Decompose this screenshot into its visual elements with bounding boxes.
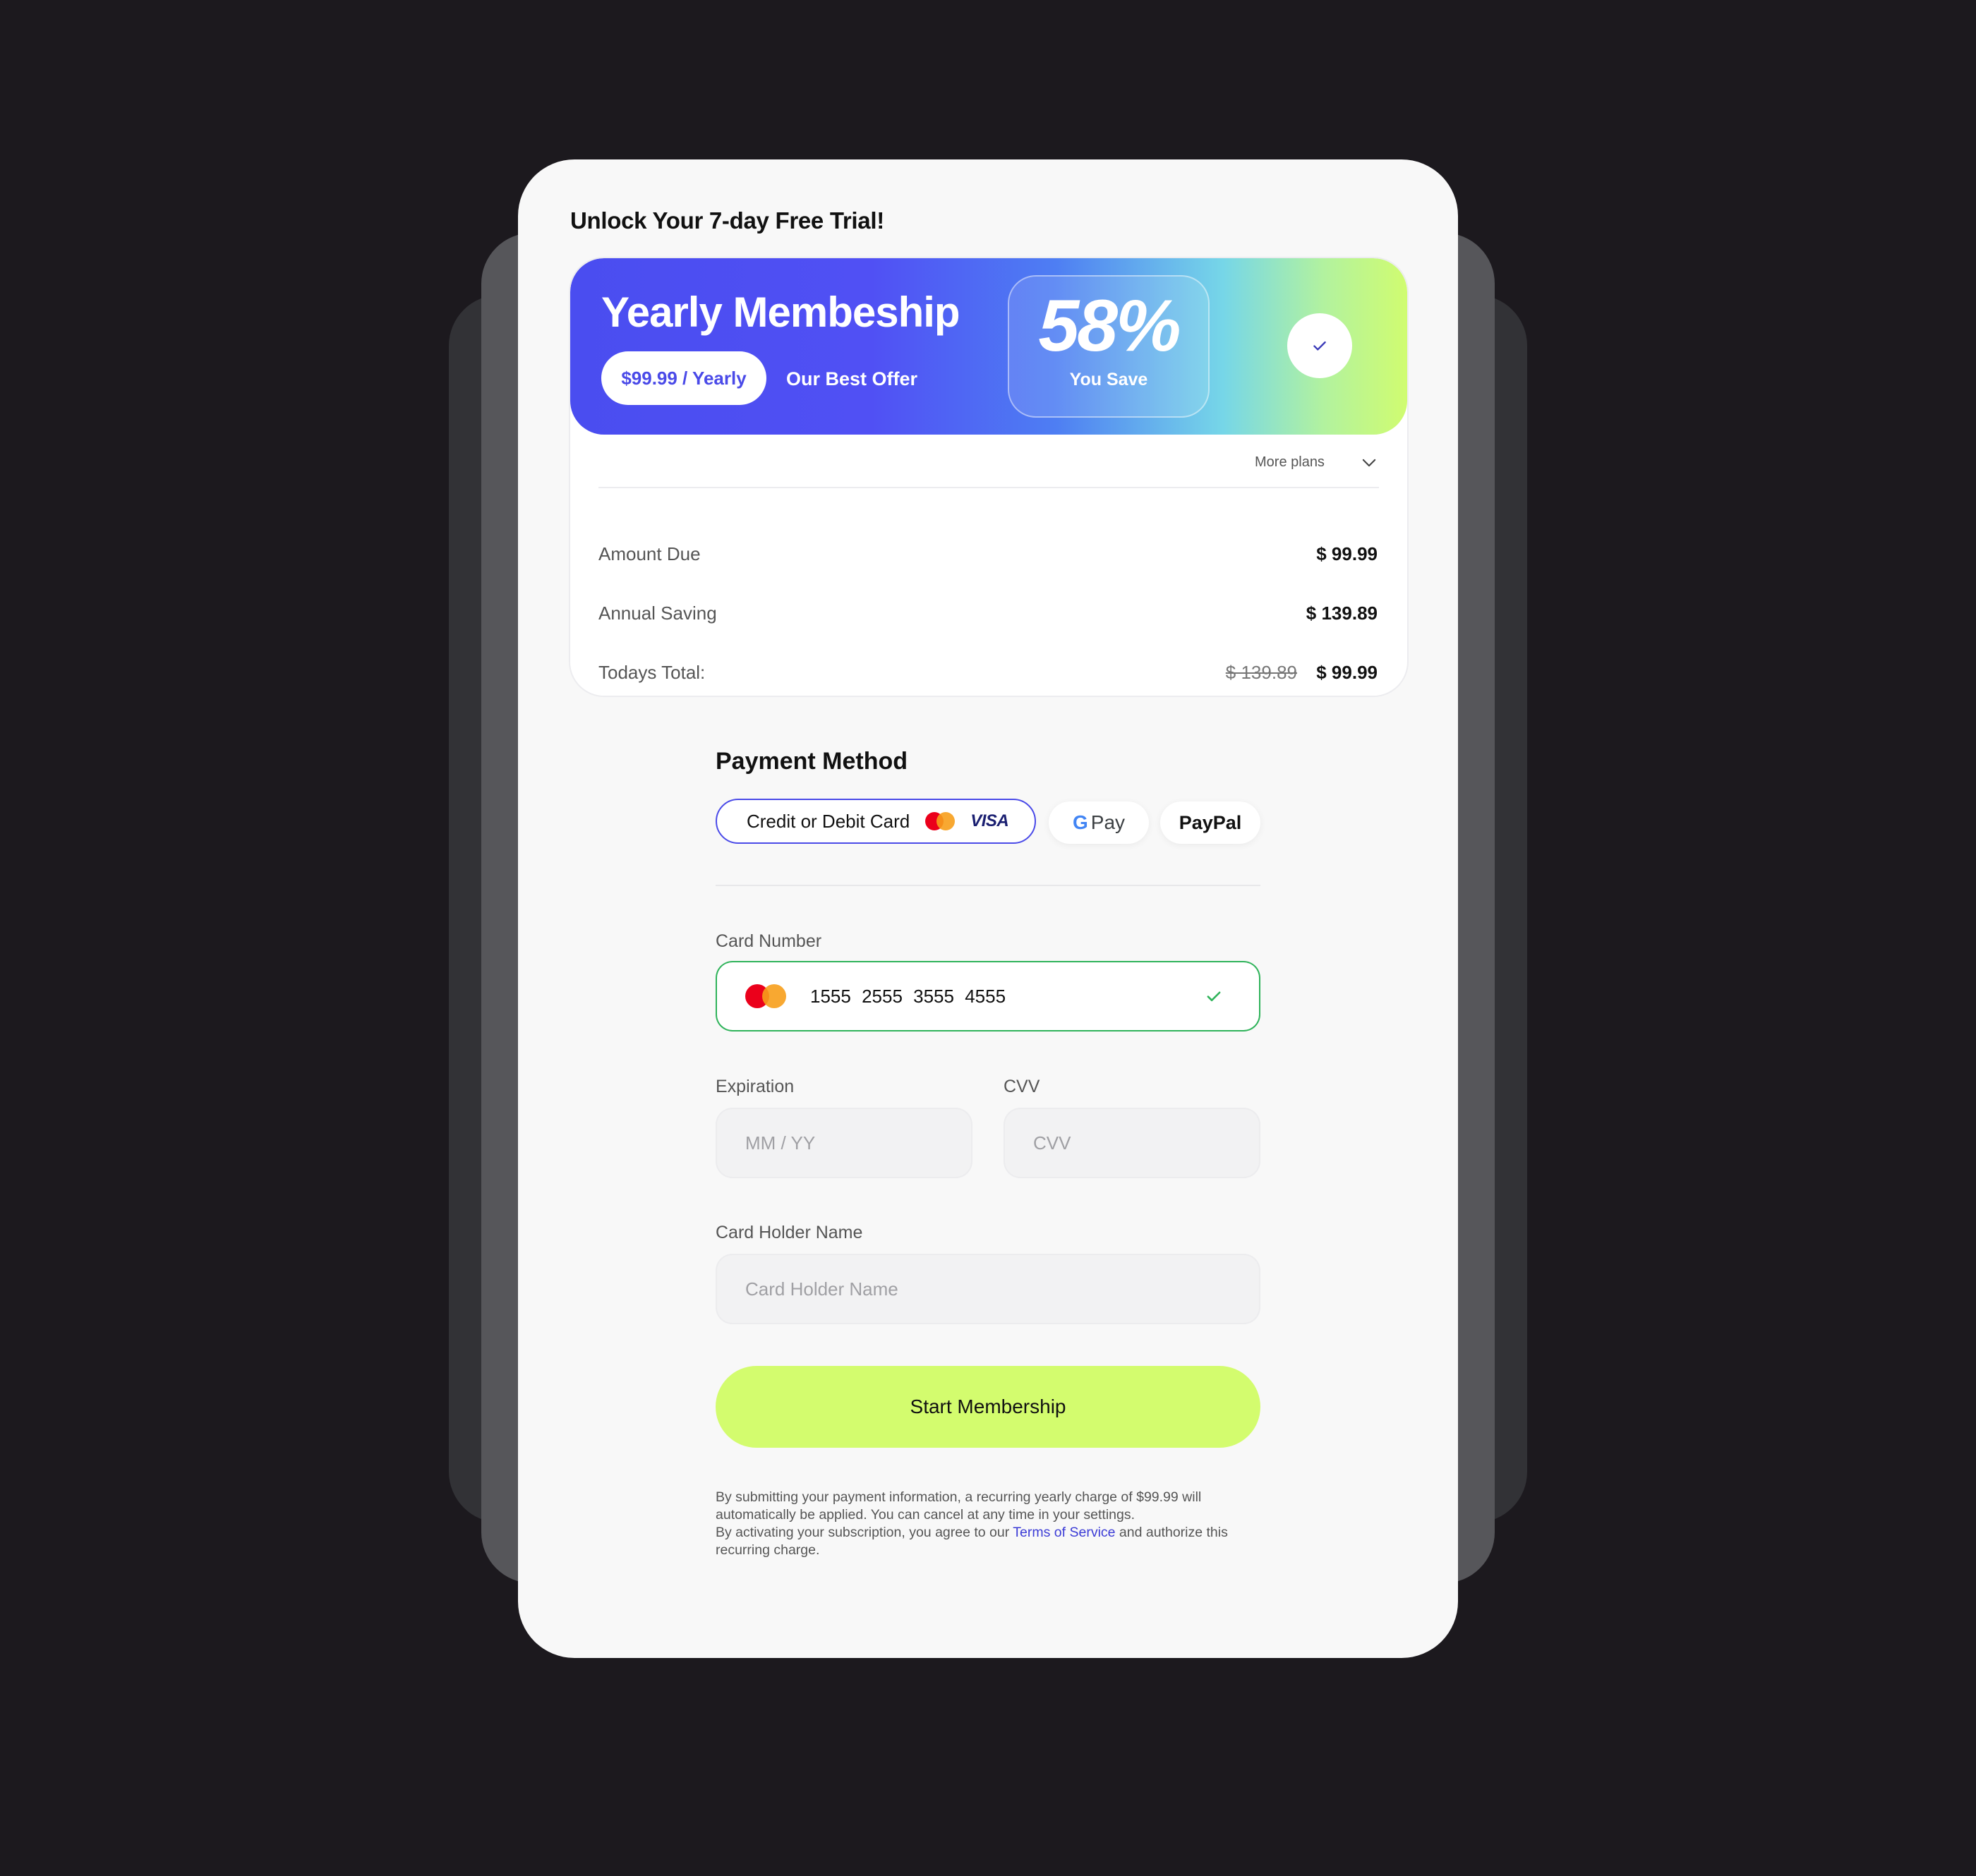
best-offer-label: Our Best Offer: [786, 368, 918, 389]
summary-divider: [598, 487, 1379, 488]
payment-option-card[interactable]: Credit or Debit Card VISA: [716, 799, 1036, 844]
card-number-label: Card Number: [716, 931, 822, 951]
check-icon: [1313, 341, 1326, 351]
save-label: You Save: [1069, 370, 1148, 389]
card-holder-label: Card Holder Name: [716, 1223, 863, 1242]
savings-box: 58% You Save: [1008, 275, 1210, 418]
cvv-label: CVV: [1004, 1077, 1040, 1096]
expiration-input[interactable]: MM / YY: [716, 1108, 972, 1178]
page-title: Unlock Your 7-day Free Trial!: [570, 207, 884, 234]
amount-due-value: $ 99.99: [1316, 543, 1378, 564]
more-plans-toggle[interactable]: More plans: [1255, 454, 1325, 471]
chevron-down-icon[interactable]: [1359, 453, 1379, 476]
legal-line-2-pre: By activating your subscription, you agr…: [716, 1525, 1013, 1540]
plan-name: Yearly Membeship: [601, 289, 960, 336]
google-icon: G: [1072, 811, 1088, 833]
valid-check-icon: [1207, 991, 1221, 1002]
plan-price-pill: $99.99 / Yearly: [601, 351, 766, 405]
paypal-logo: PayPal: [1179, 811, 1242, 833]
todays-total-label: Todays Total:: [598, 662, 706, 683]
annual-saving-value: $ 139.89: [1306, 603, 1378, 624]
start-membership-button[interactable]: Start Membership: [716, 1366, 1260, 1448]
card-holder-input[interactable]: Card Holder Name: [716, 1254, 1260, 1324]
cvv-input[interactable]: CVV: [1004, 1108, 1260, 1178]
payment-divider: [716, 885, 1260, 886]
todays-total-value: $ 99.99: [1316, 662, 1378, 683]
plan-card: Yearly Membeship $99.99 / Yearly Our Bes…: [570, 258, 1407, 696]
terms-of-service-link[interactable]: Terms of Service: [1013, 1525, 1115, 1540]
gpay-label: Pay: [1090, 811, 1126, 833]
card-option-label: Credit or Debit Card: [747, 810, 910, 832]
original-price: $ 139.89: [1225, 662, 1297, 683]
plan-banner[interactable]: Yearly Membeship $99.99 / Yearly Our Bes…: [570, 258, 1407, 435]
payment-option-paypal[interactable]: PayPal: [1160, 801, 1260, 844]
legal-text: By submitting your payment information, …: [716, 1489, 1273, 1559]
payment-method-title: Payment Method: [716, 748, 908, 775]
legal-line-1: By submitting your payment information, …: [716, 1489, 1202, 1523]
mastercard-icon: [745, 984, 786, 1008]
card-number-value: 1555 2555 3555 4555: [810, 985, 1006, 1007]
amount-due-label: Amount Due: [598, 543, 701, 564]
card-number-input[interactable]: 1555 2555 3555 4555: [716, 961, 1260, 1031]
expiration-label: Expiration: [716, 1077, 795, 1096]
checkout-card: Unlock Your 7-day Free Trial! Yearly Mem…: [518, 159, 1458, 1658]
mastercard-icon: [925, 812, 956, 830]
save-percent: 58%: [1038, 285, 1181, 367]
plan-selected-check[interactable]: [1287, 313, 1352, 378]
visa-icon: VISA: [970, 811, 1009, 830]
payment-option-gpay[interactable]: G Pay: [1049, 801, 1149, 844]
annual-saving-label: Annual Saving: [598, 603, 717, 624]
